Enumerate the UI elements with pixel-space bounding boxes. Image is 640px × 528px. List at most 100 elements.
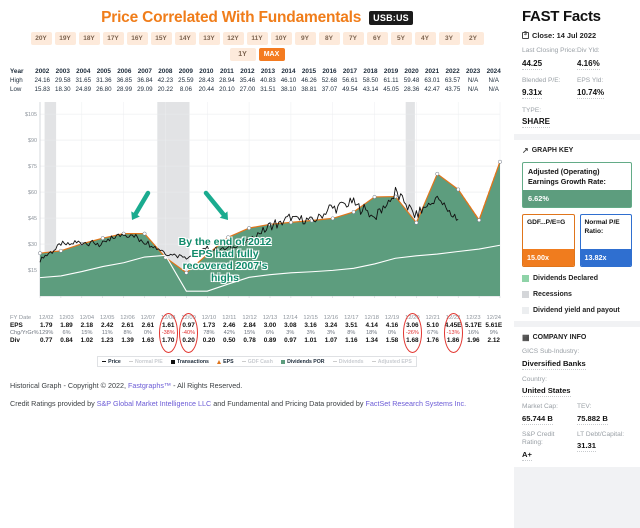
- blended-pe-cell: Blended P/E: 9.31x: [522, 77, 577, 99]
- market-cap-cell: Market Cap: 65.744 B: [522, 397, 577, 425]
- range-button-4y[interactable]: 4Y: [414, 32, 436, 45]
- blended-pe-value: 9.31x: [522, 88, 543, 99]
- high-low-table: Year 2002 2003 2004 2005 2006 2007 2008 2009 2010…: [10, 67, 504, 94]
- price-fundamentals-chart[interactable]: $105 $90 $75 $60 $45 $30 $15 By the end of 201…: [10, 98, 504, 310]
- range-button-10y[interactable]: 10Y: [270, 32, 292, 45]
- gdf-pe-label: GDF...P/E=G: [527, 219, 566, 226]
- legend-label: Price: [108, 358, 121, 365]
- cell: 42.23: [157, 77, 174, 84]
- row-label: Low: [10, 86, 22, 93]
- cell: 1.76: [426, 336, 439, 344]
- range-button-18y[interactable]: 18Y: [78, 32, 100, 45]
- chart-panel: Price Correlated With Fundamentals USB:U…: [0, 0, 514, 528]
- range-button-20y[interactable]: 20Y: [30, 32, 52, 45]
- color-swatch-icon: [522, 307, 529, 314]
- cell: 12/20: [405, 314, 420, 321]
- range-button-11y[interactable]: 11Y: [246, 32, 268, 45]
- range-button-19y[interactable]: 19Y: [54, 32, 76, 45]
- cell: 3.00: [263, 321, 277, 329]
- range-button-14y[interactable]: 14Y: [174, 32, 196, 45]
- pe-boxes: GDF...P/E=G 15.00x Normal P/E Ratio: 13.…: [522, 214, 632, 267]
- range-button-16y[interactable]: 16Y: [126, 32, 148, 45]
- factset-link[interactable]: FactSet Research Systems Inc.: [365, 399, 466, 408]
- legend-item-transactions[interactable]: Transactions: [170, 359, 209, 365]
- cell: 0%: [143, 329, 152, 336]
- range-button-12y[interactable]: 12Y: [222, 32, 244, 45]
- cell: 0.78: [243, 336, 256, 344]
- cell: 24.16: [34, 77, 50, 84]
- range-button-8y[interactable]: 8Y: [318, 32, 340, 45]
- cell: 6%: [265, 329, 274, 336]
- cell: 59.48: [403, 77, 420, 84]
- eps-marker-15: [351, 210, 356, 214]
- fastgraphs-link[interactable]: Fastgraphs™: [128, 381, 171, 390]
- page-title: Price Correlated With Fundamentals: [101, 9, 362, 26]
- chart-legend[interactable]: Price Normal P/E Transactions EPS GDF Cash Di…: [97, 356, 417, 367]
- cell: 15%: [244, 329, 256, 336]
- range-button-1y[interactable]: 1Y: [229, 48, 256, 61]
- market-cap-label: Market Cap:: [522, 403, 558, 410]
- cell: 0.97: [182, 321, 195, 329]
- eps-marker-14: [330, 216, 335, 221]
- sp-rating-value: A+: [522, 449, 532, 461]
- legend-item-price[interactable]: Price: [102, 359, 121, 365]
- graph-key-label: Dividends Declared: [533, 275, 598, 282]
- range-button-15y[interactable]: 15Y: [150, 32, 172, 45]
- legend-item-dividends-por[interactable]: Dividends POR: [281, 359, 325, 365]
- graph-key-item-dividends-declared[interactable]: Dividends Declared: [522, 274, 632, 283]
- fundamentals-row-div: Div 0.77 0.84 1.02 1.23 1.39 1.63 1.70 0.20 0.20 0…: [10, 336, 504, 344]
- cell: 0.20: [202, 336, 216, 344]
- close-date-label: Close: 14 Jul 2022: [532, 31, 597, 40]
- chart-header: Price Correlated With Fundamentals USB:U…: [0, 0, 514, 28]
- cell: 12/10: [201, 314, 217, 321]
- cell: 1.23: [100, 336, 114, 344]
- fast-facts-card: FAST Facts Close: 14 Jul 2022 Last Closi…: [514, 0, 640, 134]
- range-button-17y[interactable]: 17Y: [102, 32, 124, 45]
- cell: 1.02: [80, 336, 94, 344]
- cell: 2.18: [80, 321, 94, 329]
- range-button-2y[interactable]: 2Y: [462, 32, 484, 45]
- range-button-6y[interactable]: 6Y: [366, 32, 388, 45]
- graph-key-item-recessions[interactable]: Recessions: [522, 290, 632, 299]
- cell: 0.77: [39, 336, 53, 344]
- cell: 2018: [363, 68, 378, 75]
- market-cap-value: 65.744 B: [522, 413, 553, 425]
- range-button-max[interactable]: MAX: [258, 48, 285, 61]
- cell: 1.16: [345, 336, 358, 344]
- footer: Historical Graph - Copyright © 2022, Fas…: [10, 377, 504, 413]
- cell: -40%: [182, 329, 196, 336]
- cell: 42.47: [424, 86, 440, 93]
- chart-svg[interactable]: $105 $90 $75 $60 $45 $30 $15: [10, 98, 504, 310]
- range-button-13y[interactable]: 13Y: [198, 32, 220, 45]
- cell: 2007: [137, 68, 152, 75]
- cell: 4.16: [385, 321, 399, 329]
- cell: 0.20: [182, 336, 195, 344]
- cell: 2002: [35, 68, 50, 75]
- range-button-3y[interactable]: 3Y: [438, 32, 460, 45]
- cell: 3.24: [324, 321, 338, 329]
- cell: 8.06: [179, 86, 192, 93]
- eps-yield-value: 10.74%: [577, 88, 605, 99]
- sp-global-link[interactable]: S&P Global Market Intelligence LLC: [97, 399, 212, 408]
- cell: 2017: [342, 68, 358, 75]
- graph-key-title: GRAPH KEY: [531, 147, 574, 154]
- graph-key-label: Recessions: [533, 291, 572, 298]
- legend-item-normal-p-e[interactable]: Normal P/E: [129, 359, 163, 365]
- eps-marker-7: [184, 270, 189, 275]
- legend-item-dividends[interactable]: Dividends: [332, 359, 364, 365]
- eps-marker-18: [414, 220, 419, 225]
- legend-item-adjusted-eps[interactable]: Adjusted EPS: [371, 359, 412, 365]
- legend-item-eps[interactable]: EPS: [217, 359, 234, 365]
- range-button-7y[interactable]: 7Y: [342, 32, 364, 45]
- cell: 2.61: [141, 321, 155, 329]
- footer-line-2: Credit Ratings provided by S&P Global Ma…: [10, 395, 504, 413]
- graph-key-item-dividend-yield-and-payout[interactable]: Dividend yield and payout: [522, 306, 632, 315]
- legend-item-gdf-cash[interactable]: GDF Cash: [241, 359, 273, 365]
- dollar-calendar-icon: [522, 31, 529, 39]
- cell: 2.12: [487, 336, 500, 344]
- cell: 78%: [203, 329, 215, 336]
- cell: 4.14: [365, 321, 378, 329]
- cell: 28.43: [198, 77, 215, 84]
- range-button-5y[interactable]: 5Y: [390, 32, 412, 45]
- range-button-9y[interactable]: 9Y: [294, 32, 316, 45]
